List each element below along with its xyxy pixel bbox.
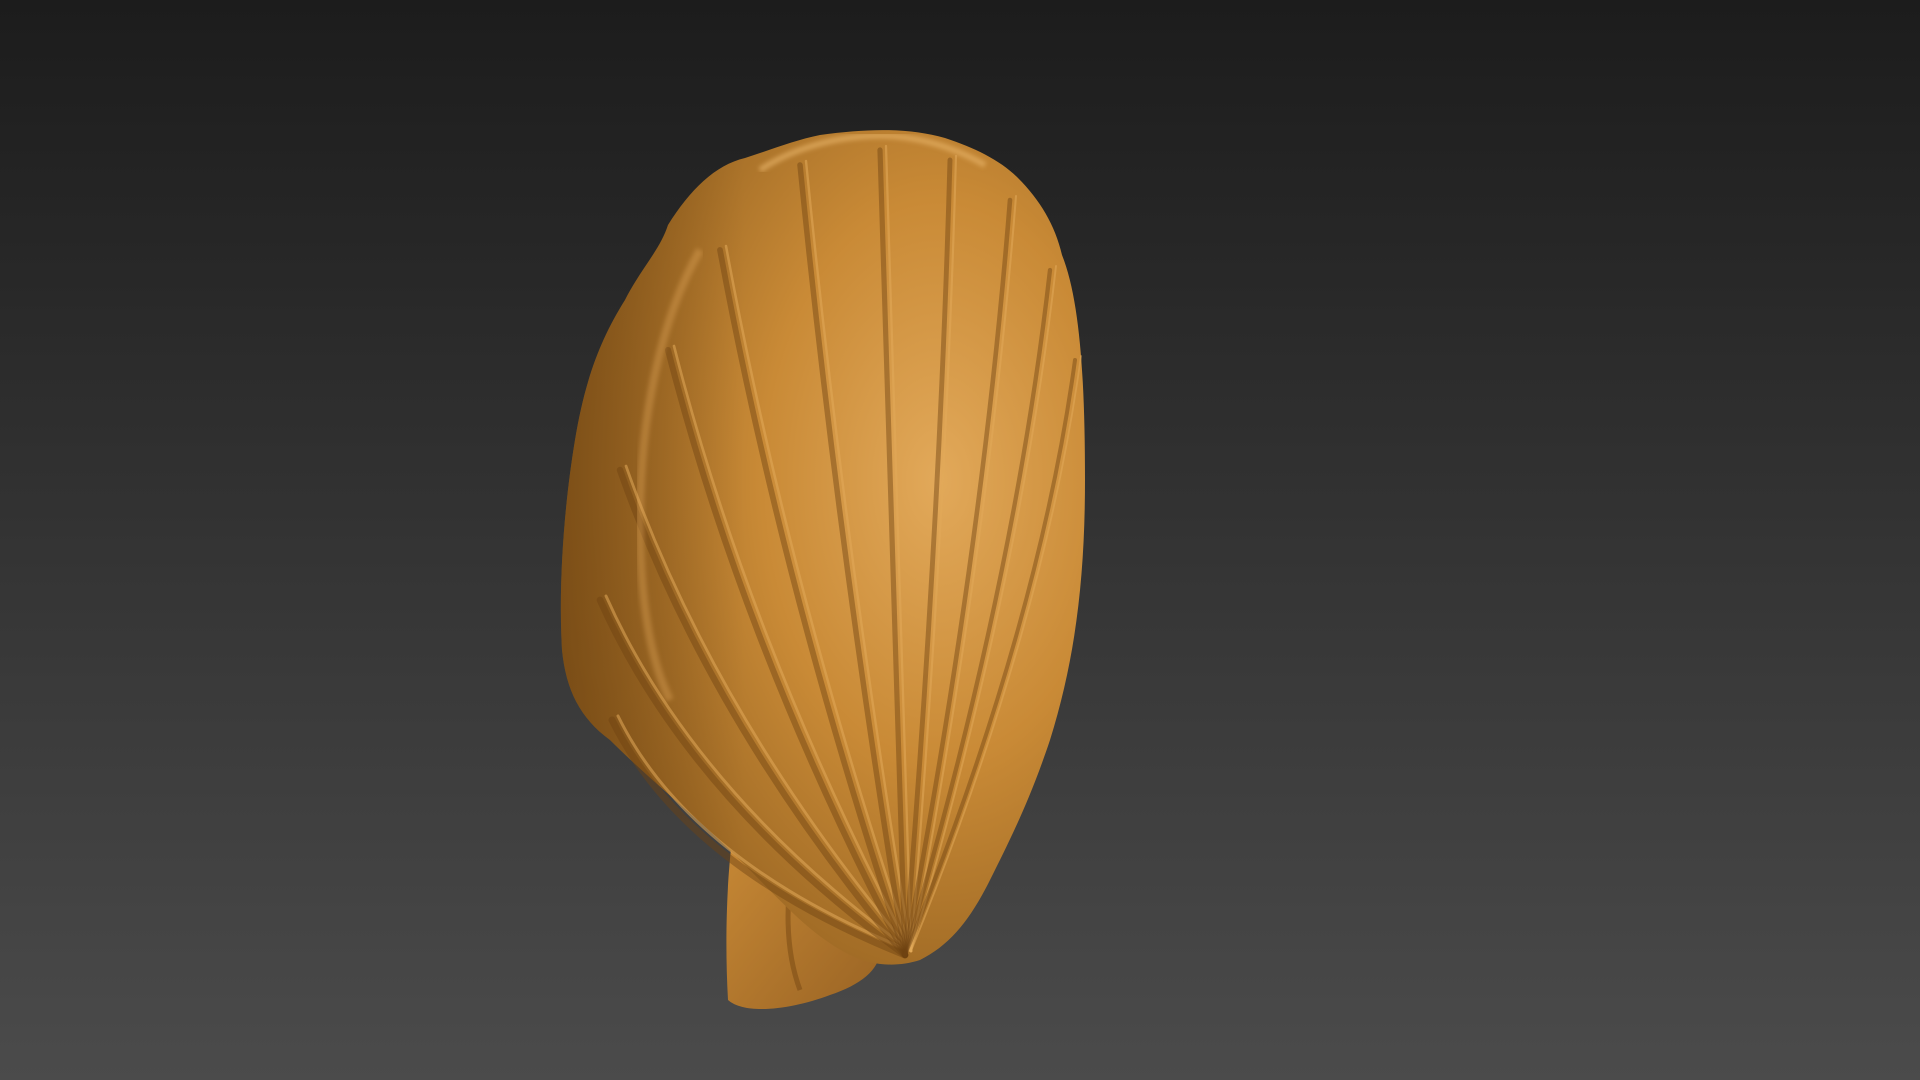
viewport-3d[interactable] (0, 0, 1920, 1080)
render-canvas (0, 0, 1920, 1080)
